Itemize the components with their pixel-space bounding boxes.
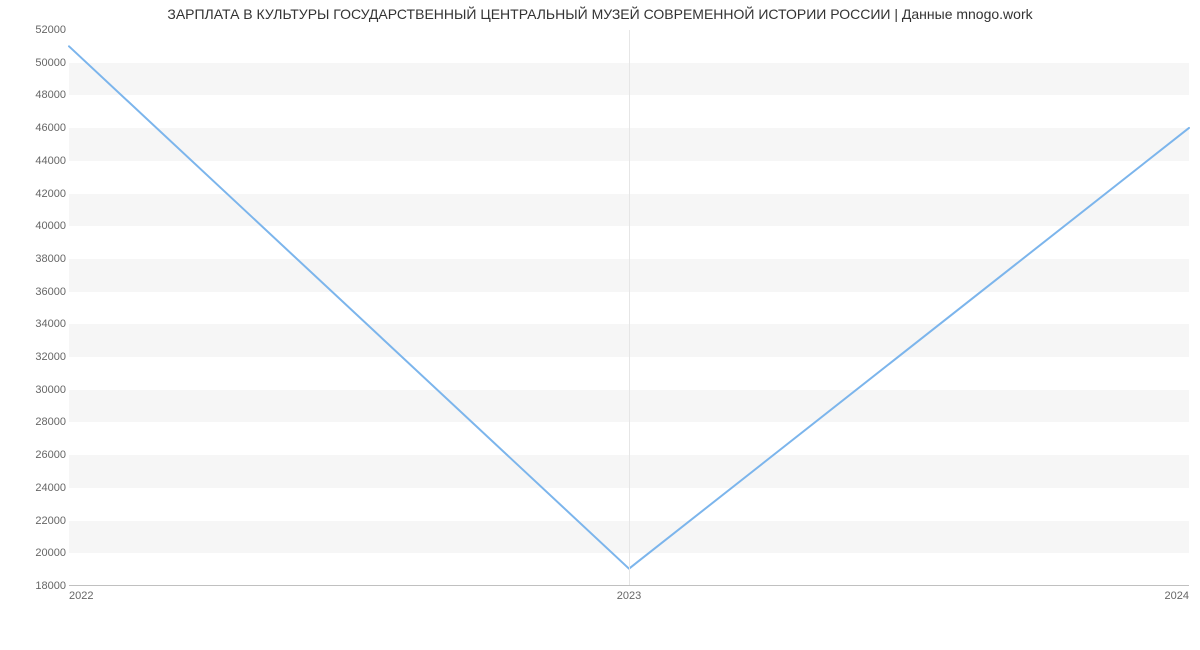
y-tick-label: 34000	[6, 318, 66, 330]
y-tick-label: 32000	[6, 351, 66, 363]
y-tick-label: 44000	[6, 155, 66, 167]
chart-container: ЗАРПЛАТА В КУЛЬТУРЫ ГОСУДАРСТВЕННЫЙ ЦЕНТ…	[0, 0, 1200, 650]
y-tick-label: 42000	[6, 188, 66, 200]
grid-line-vertical	[629, 30, 630, 585]
y-tick-label: 50000	[6, 57, 66, 69]
y-tick-label: 30000	[6, 384, 66, 396]
y-tick-label: 22000	[6, 515, 66, 527]
y-tick-label: 40000	[6, 220, 66, 232]
y-tick-label: 20000	[6, 547, 66, 559]
chart-title: ЗАРПЛАТА В КУЛЬТУРЫ ГОСУДАРСТВЕННЫЙ ЦЕНТ…	[0, 6, 1200, 22]
y-tick-label: 18000	[6, 580, 66, 592]
y-tick-label: 24000	[6, 482, 66, 494]
y-tick-label: 28000	[6, 416, 66, 428]
plot-area	[69, 30, 1189, 586]
y-tick-label: 38000	[6, 253, 66, 265]
y-tick-label: 52000	[6, 24, 66, 36]
x-tick-label: 2022	[69, 590, 93, 602]
y-tick-label: 48000	[6, 89, 66, 101]
x-tick-label: 2023	[617, 590, 641, 602]
y-tick-label: 36000	[6, 286, 66, 298]
y-tick-label: 46000	[6, 122, 66, 134]
y-tick-label: 26000	[6, 449, 66, 461]
x-tick-label: 2024	[1165, 590, 1189, 602]
